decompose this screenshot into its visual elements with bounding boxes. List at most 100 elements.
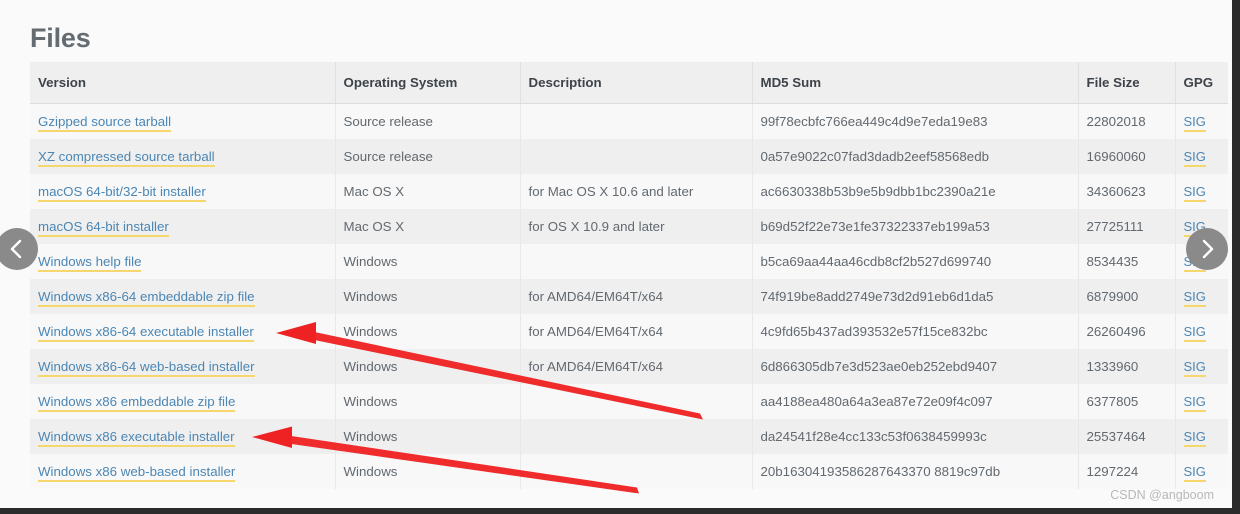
column-header-description[interactable]: Description (520, 62, 753, 104)
cell-operating-system: Windows (335, 419, 521, 454)
chevron-left-icon (10, 239, 22, 259)
download-link[interactable]: XZ compressed source tarball (38, 149, 215, 167)
cell-md5-sum: b5ca69aa44aa46cdb8cf2b527d699740 (752, 244, 1079, 279)
cell-operating-system: Windows (335, 384, 521, 419)
gpg-sig-link[interactable]: SIG (1183, 324, 1206, 342)
table-row: Windows x86 embeddable zip file Windows aa… (30, 384, 1228, 419)
cell-file-size: 6377805 (1078, 384, 1176, 419)
cell-description (520, 103, 753, 139)
download-link[interactable]: Windows x86-64 executable installer (38, 324, 254, 342)
cell-version: XZ compressed source tarball (30, 139, 336, 174)
table-header-row: Version Operating System Description MD5… (30, 62, 1228, 104)
table-row: Gzipped source tarball Source release 99f7… (30, 103, 1228, 140)
gpg-sig-link[interactable]: SIG (1183, 464, 1206, 482)
cell-md5-sum: 99f78ecbfc766ea449c4d9e7eda19e83 (752, 103, 1079, 139)
download-link[interactable]: macOS 64-bit installer (38, 219, 169, 237)
cell-gpg: SIG (1175, 454, 1228, 489)
cell-md5-sum: da24541f28e4cc133c53f0638459993c (752, 419, 1079, 454)
cell-file-size: 1333960 (1078, 349, 1176, 384)
cell-version: macOS 64-bit/32-bit installer (30, 174, 336, 209)
download-link[interactable]: Gzipped source tarball (38, 114, 172, 132)
gpg-sig-link[interactable]: SIG (1183, 359, 1206, 377)
page-title: Files (30, 23, 91, 54)
cell-gpg: SIG (1175, 279, 1228, 314)
gpg-sig-link[interactable]: SIG (1183, 114, 1206, 132)
carousel-prev-button[interactable] (0, 228, 38, 270)
cell-operating-system: Source release (335, 139, 521, 174)
gpg-sig-link[interactable]: SIG (1183, 184, 1206, 202)
files-table: Version Operating System Description MD5… (30, 62, 1228, 489)
cell-operating-system: Windows (335, 349, 521, 384)
cell-description (520, 384, 753, 419)
cell-description (520, 454, 753, 489)
cell-operating-system: Mac OS X (335, 209, 521, 244)
cell-description: for AMD64/EM64T/x64 (520, 279, 753, 314)
cell-file-size: 6879900 (1078, 279, 1176, 314)
column-header-version[interactable]: Version (30, 62, 336, 104)
column-header-md5-sum[interactable]: MD5 Sum (752, 62, 1079, 104)
download-link[interactable]: Windows x86-64 embeddable zip file (38, 289, 255, 307)
table-row: Windows x86 web-based installer Windows 20… (30, 454, 1228, 489)
cell-version: Windows x86-64 web-based installer (30, 349, 336, 384)
cell-file-size: 25537464 (1078, 419, 1176, 454)
cell-operating-system: Mac OS X (335, 174, 521, 209)
gpg-sig-link[interactable]: SIG (1183, 429, 1206, 447)
cell-version: Gzipped source tarball (30, 103, 336, 139)
column-header-operating-system[interactable]: Operating System (335, 62, 521, 104)
cell-file-size: 27725111 (1078, 209, 1176, 244)
column-header-gpg[interactable]: GPG (1175, 62, 1228, 104)
download-link[interactable]: Windows x86 web-based installer (38, 464, 236, 482)
cell-version: Windows x86-64 embeddable zip file (30, 279, 336, 314)
download-link[interactable]: Windows x86 embeddable zip file (38, 394, 236, 412)
cell-file-size: 1297224 (1078, 454, 1176, 489)
cell-description: for Mac OS X 10.6 and later (520, 174, 753, 209)
cell-description (520, 139, 753, 174)
download-link[interactable]: macOS 64-bit/32-bit installer (38, 184, 206, 202)
cell-md5-sum: aa4188ea480a64a3ea87e72e09f4c097 (752, 384, 1079, 419)
cell-version: Windows x86 web-based installer (30, 454, 336, 489)
download-link[interactable]: Windows x86-64 web-based installer (38, 359, 255, 377)
cell-operating-system: Windows (335, 279, 521, 314)
cell-file-size: 26260496 (1078, 314, 1176, 349)
cell-md5-sum: 4c9fd65b437ad393532e57f15ce832bc (752, 314, 1079, 349)
cell-gpg: SIG (1175, 174, 1228, 209)
column-header-file-size[interactable]: File Size (1078, 62, 1176, 104)
gpg-sig-link[interactable]: SIG (1183, 394, 1206, 412)
carousel-next-button[interactable] (1186, 228, 1228, 270)
download-link[interactable]: Windows help file (38, 254, 142, 272)
cell-description: for AMD64/EM64T/x64 (520, 349, 753, 384)
cell-file-size: 16960060 (1078, 139, 1176, 174)
cell-md5-sum: 0a57e9022c07fad3dadb2eef58568edb (752, 139, 1079, 174)
cell-gpg: SIG (1175, 419, 1228, 454)
table-row: macOS 64-bit/32-bit installer Mac OS Xfor… (30, 174, 1228, 209)
chevron-right-icon (1202, 239, 1214, 259)
cell-gpg: SIG (1175, 314, 1228, 349)
gpg-sig-link[interactable]: SIG (1183, 149, 1206, 167)
table-row: Windows x86-64 executable installer Windo… (30, 314, 1228, 349)
cell-gpg: SIG (1175, 139, 1228, 174)
cell-description (520, 419, 753, 454)
cell-operating-system: Source release (335, 103, 521, 139)
cell-gpg: SIG (1175, 104, 1228, 140)
table-row: Windows x86-64 web-based installer Window… (30, 349, 1228, 384)
table-row: Windows x86-64 embeddable zip file Window… (30, 279, 1228, 314)
cell-md5-sum: 20b16304193586287643370 8819c97db (752, 454, 1079, 489)
gpg-sig-link[interactable]: SIG (1183, 289, 1206, 307)
cell-operating-system: Windows (335, 244, 521, 279)
cell-operating-system: Windows (335, 314, 521, 349)
cell-md5-sum: ac6630338b53b9e5b9dbb1bc2390a21e (752, 174, 1079, 209)
cell-file-size: 34360623 (1078, 174, 1176, 209)
cell-version: Windows x86 executable installer (30, 419, 336, 454)
download-link[interactable]: Windows x86 executable installer (38, 429, 235, 447)
cell-description: for AMD64/EM64T/x64 (520, 314, 753, 349)
cell-md5-sum: 6d866305db7e3d523ae0eb252ebd9407 (752, 349, 1079, 384)
files-table-body: Gzipped source tarball Source release 99f7… (30, 103, 1228, 489)
files-table-container: Version Operating System Description MD5… (30, 62, 1228, 489)
cell-operating-system: Windows (335, 454, 521, 489)
cell-md5-sum: 74f919be8add2749e73d2d91eb6d1da5 (752, 279, 1079, 314)
cell-version: Windows x86-64 executable installer (30, 314, 336, 349)
cell-file-size: 22802018 (1078, 103, 1176, 139)
cell-md5-sum: b69d52f22e73e1fe37322337eb199a53 (752, 209, 1079, 244)
cell-description (520, 244, 753, 279)
table-row: macOS 64-bit installer Mac OS Xfor OS X 1… (30, 209, 1228, 244)
